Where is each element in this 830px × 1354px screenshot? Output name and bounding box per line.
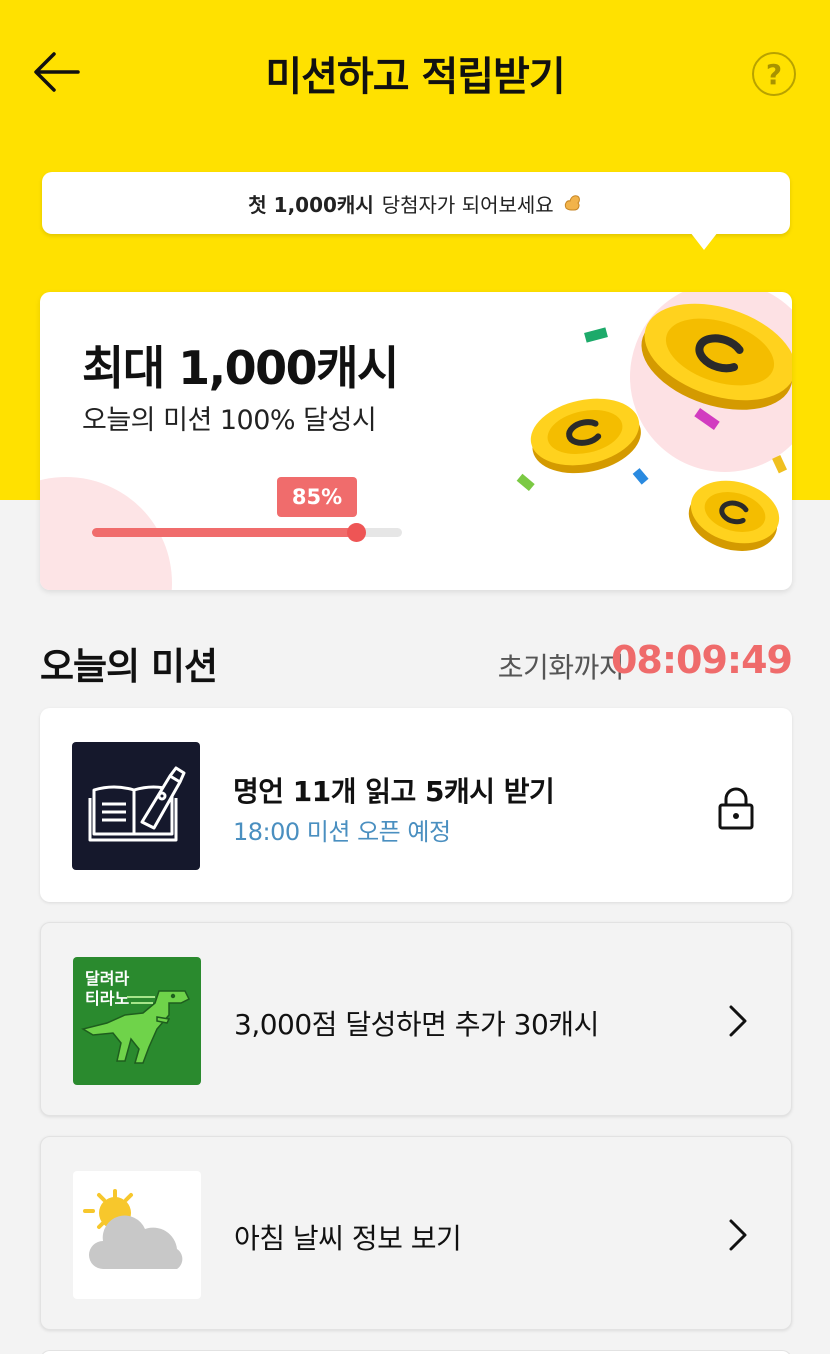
mission-thumbnail <box>72 742 200 870</box>
reset-timer: 08:09:49 <box>610 638 793 682</box>
promo-text: 당첨자가 되어보세요 <box>381 192 554 217</box>
help-button[interactable]: ? <box>752 52 796 96</box>
mission-thumbnail <box>73 1171 201 1299</box>
chevron-right-icon <box>729 1005 747 1037</box>
mission-subtitle: 18:00 미션 오픈 예정 <box>233 818 451 846</box>
mission-card-tyrano-game[interactable]: 달려라 티라노 3,000점 달성하면 추가 30캐시 <box>40 922 792 1116</box>
mission-thumbnail: 달려라 티라노 <box>73 957 201 1085</box>
sun-cloud-icon <box>83 1189 183 1269</box>
progress-badge: 85% <box>277 477 357 517</box>
chevron-right-icon <box>729 1219 747 1251</box>
dinosaur-icon <box>81 990 191 1064</box>
promo-bubble: 첫 1,000캐시 당첨자가 되어보세요 <box>42 172 790 234</box>
mission-card-quotes[interactable]: 명언 11개 읽고 5캐시 받기 18:00 미션 오픈 예정 <box>40 708 792 902</box>
reward-hero-card: 최대 1,000캐시 오늘의 미션 100% 달성시 85% <box>40 292 792 590</box>
mission-title: 3,000점 달성하면 추가 30캐시 <box>234 1008 599 1041</box>
flexed-biceps-icon <box>564 195 580 211</box>
reset-label: 초기화까지 <box>497 651 625 684</box>
app-header: 미션하고 적립받기 ? <box>0 0 830 140</box>
progress-knob <box>346 523 366 542</box>
promo-bold-text: 첫 1,000캐시 <box>248 192 374 217</box>
mission-title: 아침 날씨 정보 보기 <box>234 1222 462 1255</box>
hero-subtitle: 오늘의 미션 100% 달성시 <box>82 405 377 436</box>
mission-title: 명언 11개 읽고 5캐시 받기 <box>233 775 555 808</box>
mission-card-next[interactable] <box>40 1350 792 1354</box>
coins-illustration <box>516 303 792 551</box>
mission-card-weather[interactable]: 아침 날씨 정보 보기 <box>40 1136 792 1330</box>
book-pen-icon <box>88 766 186 842</box>
progress-bar <box>92 523 402 542</box>
lock-icon <box>718 787 754 830</box>
progress-fill <box>92 528 356 537</box>
hero-title: 최대 1,000캐시 <box>82 341 399 395</box>
bubble-tail <box>690 232 718 250</box>
page-title: 미션하고 적립받기 <box>265 54 565 100</box>
section-title: 오늘의 미션 <box>40 645 218 688</box>
